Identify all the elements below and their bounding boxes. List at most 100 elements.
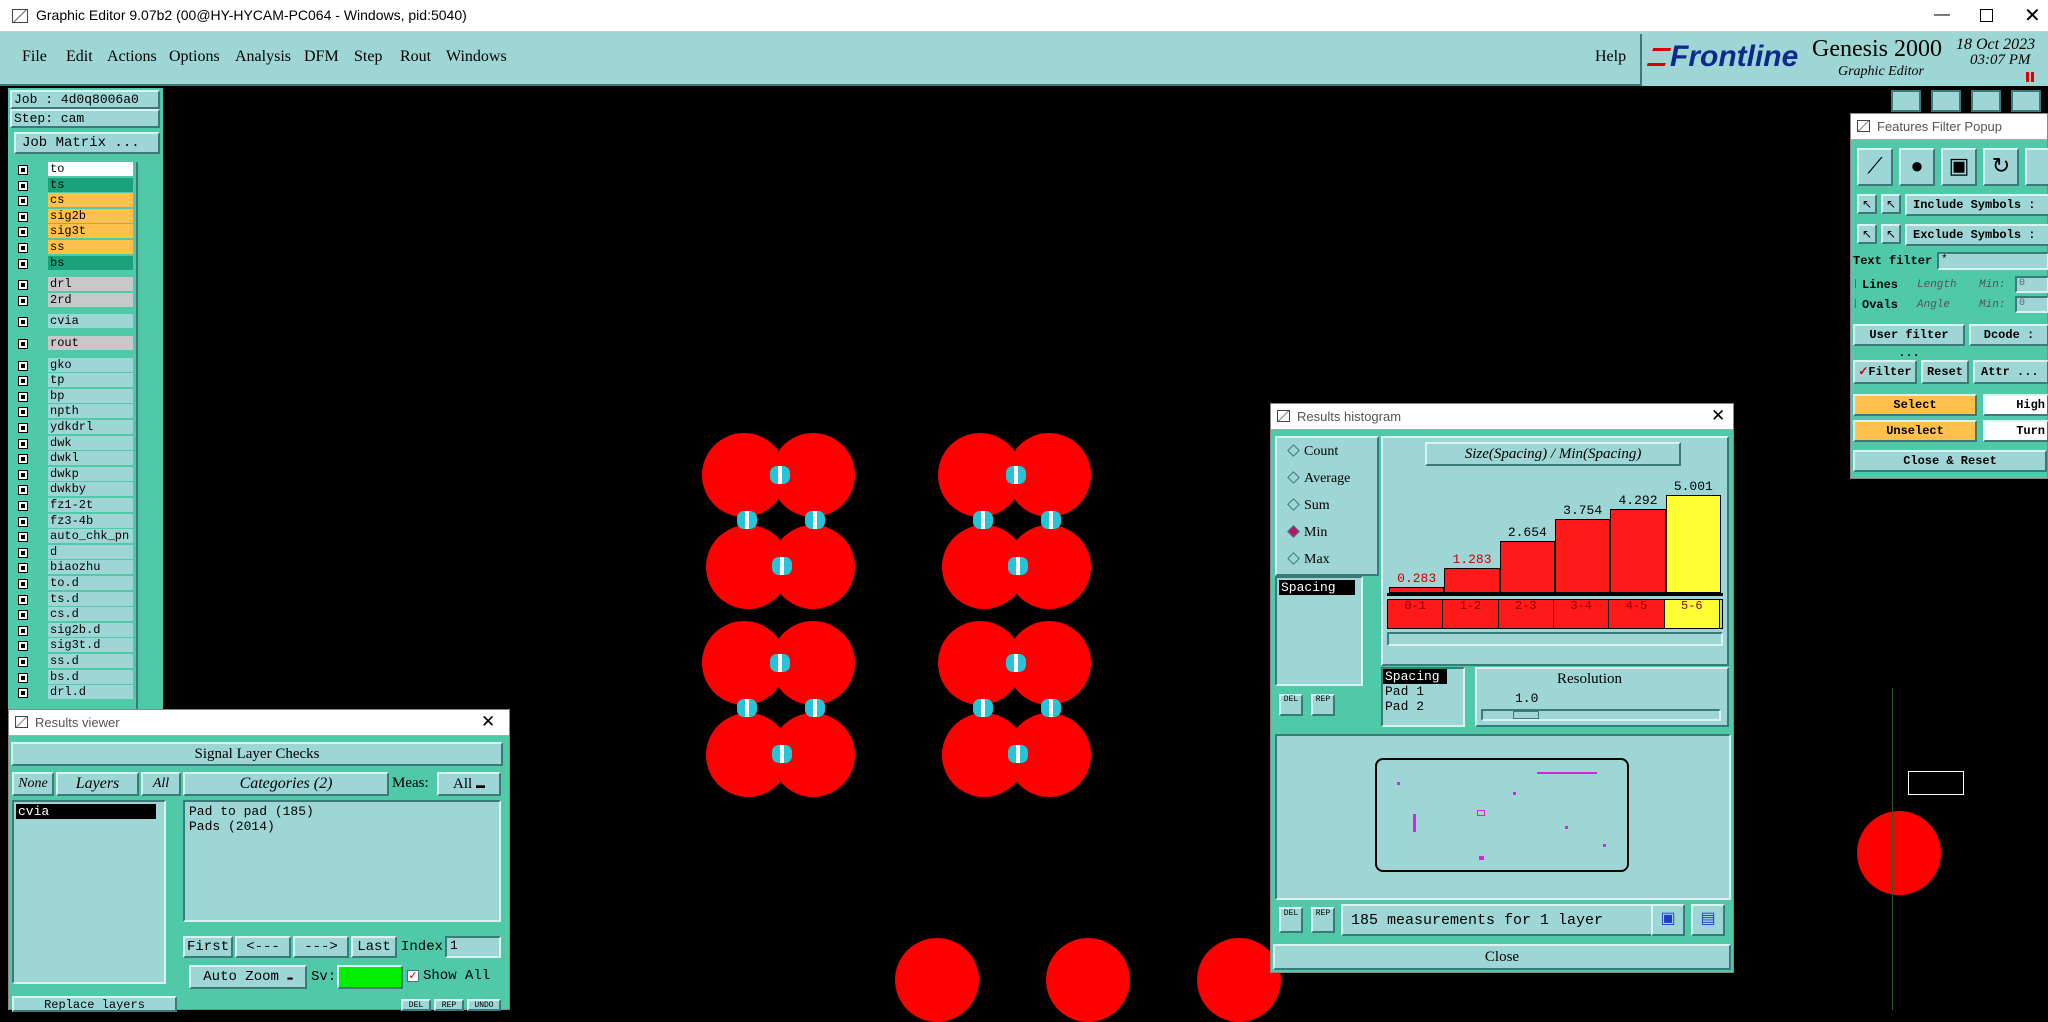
layer-row[interactable]: sig2b.d <box>12 622 136 638</box>
layer-name[interactable]: bs <box>48 255 133 270</box>
layer-checkbox-icon[interactable] <box>18 243 28 253</box>
text-filter-input[interactable]: * <box>1937 252 2048 270</box>
angle-min-input[interactable]: 0 <box>2015 296 2048 313</box>
undo-button[interactable]: UNDO <box>467 999 501 1011</box>
spacing-marker[interactable] <box>1041 699 1061 717</box>
layer-row[interactable]: ss.d <box>12 654 136 669</box>
layer-row[interactable]: drl <box>12 277 136 292</box>
layer-checkbox-icon[interactable] <box>18 501 28 511</box>
layer-name[interactable]: ts.d <box>48 591 133 606</box>
radio-min[interactable]: Min <box>1287 525 1327 541</box>
layer-name[interactable]: ss <box>48 240 133 254</box>
layer-checkbox-icon[interactable] <box>18 407 28 418</box>
rep-button[interactable]: REP <box>1311 907 1335 933</box>
layer-name[interactable]: ss.d <box>48 654 133 668</box>
histogram-bar[interactable] <box>1555 519 1611 593</box>
layer-checkbox-icon[interactable] <box>18 454 28 465</box>
menu-windows[interactable]: Windows <box>446 48 507 66</box>
layer-name[interactable]: sig2b.d <box>48 622 133 637</box>
layer-name[interactable]: cvia <box>48 314 133 329</box>
layer-name[interactable]: fz3-4b <box>48 513 133 528</box>
layer-name[interactable]: to.d <box>48 576 133 590</box>
spacing-marker[interactable] <box>772 745 792 763</box>
layer-name[interactable]: cs <box>48 193 133 208</box>
pad-feature-icon[interactable]: ● <box>1899 148 1935 186</box>
index-field[interactable]: 1 <box>445 936 501 958</box>
histogram-bin-label[interactable]: 3-4 <box>1554 600 1610 628</box>
select-button[interactable]: Select <box>1853 394 1977 416</box>
histogram-bin-label[interactable]: 0-1 <box>1388 600 1444 628</box>
layer-name[interactable]: 2rd <box>48 292 133 307</box>
next-button[interactable]: ---> <box>293 936 349 958</box>
histogram-bar[interactable] <box>1665 495 1721 593</box>
layer-name[interactable]: bp <box>48 388 133 403</box>
spacing-marker[interactable] <box>805 511 825 529</box>
layer-checkbox-icon[interactable] <box>18 295 28 306</box>
measure-list[interactable]: Spacing <box>1275 576 1363 686</box>
menu-analysis[interactable]: Analysis <box>235 48 291 66</box>
histogram-scrollbar[interactable] <box>1387 632 1723 646</box>
toolbar-icon[interactable] <box>1971 90 2001 112</box>
close-reset-button[interactable]: Close & Reset <box>1853 450 2047 472</box>
menu-actions[interactable]: Actions <box>107 48 157 66</box>
layer-row[interactable]: auto_chk_pn <box>12 529 136 544</box>
zoom-result-icon[interactable]: ▣ <box>1651 904 1685 936</box>
menu-step[interactable]: Step <box>354 48 382 66</box>
overview-selection-box[interactable] <box>1908 771 1964 795</box>
histogram-bar[interactable] <box>1499 541 1555 593</box>
layer-row[interactable]: npth <box>12 404 136 419</box>
auto-zoom-select[interactable]: Auto Zoom ▬ <box>189 965 307 989</box>
del-button[interactable]: DEL <box>1279 907 1303 933</box>
toolbar-icon[interactable] <box>2011 90 2041 112</box>
histogram-bar[interactable] <box>1389 587 1445 593</box>
layer-row[interactable]: fz1-2t <box>12 498 136 513</box>
spacing-marker[interactable] <box>1008 557 1028 575</box>
layer-results-list[interactable]: cvia <box>12 800 166 984</box>
pick-icon[interactable]: ↖ <box>1881 224 1901 244</box>
rep-button[interactable]: REP <box>434 999 464 1011</box>
layer-name[interactable]: dwkby <box>48 482 133 497</box>
meas-select[interactable]: All ▬ <box>437 772 501 796</box>
histogram-bar[interactable] <box>1444 568 1500 593</box>
layer-row[interactable]: dwkby <box>12 482 136 497</box>
layer-name[interactable]: biaozhu <box>48 560 133 575</box>
filter-toggle[interactable]: ✓Filter <box>1853 360 1917 384</box>
layer-name[interactable]: tp <box>48 373 133 388</box>
last-button[interactable]: Last <box>351 936 397 958</box>
result-fields-list[interactable]: Spacing Pad 1 Pad 2 <box>1381 667 1465 727</box>
show-all-checkbox[interactable]: ✓ <box>407 970 419 982</box>
job-matrix-button[interactable]: Job Matrix ... <box>14 132 160 154</box>
category-item[interactable]: Pads (2014) <box>185 819 499 834</box>
result-field-item[interactable]: Spacing <box>1383 669 1447 684</box>
resolution-slider[interactable] <box>1481 709 1721 721</box>
layer-checkbox-icon[interactable] <box>18 610 28 621</box>
turn-button[interactable]: Turn <box>1983 420 2048 442</box>
layer-row[interactable]: cs.d <box>12 607 136 622</box>
layer-checkbox-icon[interactable] <box>18 516 28 527</box>
layer-name[interactable]: to <box>48 162 133 176</box>
layer-row[interactable]: 2rd <box>12 292 136 308</box>
layer-name[interactable]: sig3t.d <box>48 638 133 653</box>
layer-row[interactable]: cs <box>12 193 136 208</box>
layer-row[interactable]: sig3t.d <box>12 638 136 653</box>
reset-button[interactable]: Reset <box>1921 360 1969 384</box>
layer-checkbox-icon[interactable] <box>18 641 28 652</box>
dcode-button[interactable]: Dcode : <box>1969 324 2048 346</box>
layer-row[interactable]: to <box>12 162 136 177</box>
categories-button[interactable]: Categories (2) <box>183 772 389 796</box>
pick-icon[interactable]: ↖ <box>1857 224 1877 244</box>
spacing-marker[interactable] <box>737 699 757 717</box>
layer-checkbox-icon[interactable] <box>18 317 28 328</box>
spacing-marker[interactable] <box>973 699 993 717</box>
layer-checkbox-icon[interactable] <box>18 423 28 433</box>
layer-name[interactable]: npth <box>48 404 133 419</box>
layer-checkbox-icon[interactable] <box>18 438 28 449</box>
layer-name[interactable]: sig2b <box>48 208 133 223</box>
layer-row[interactable]: d <box>12 544 136 560</box>
layer-name[interactable]: dwkl <box>48 451 133 466</box>
text-feature-icon[interactable] <box>2025 148 2048 186</box>
menu-options[interactable]: Options <box>169 48 220 66</box>
spacing-marker[interactable] <box>1006 654 1026 672</box>
layer-checkbox-icon[interactable] <box>18 469 28 480</box>
none-button[interactable]: None <box>12 772 54 796</box>
